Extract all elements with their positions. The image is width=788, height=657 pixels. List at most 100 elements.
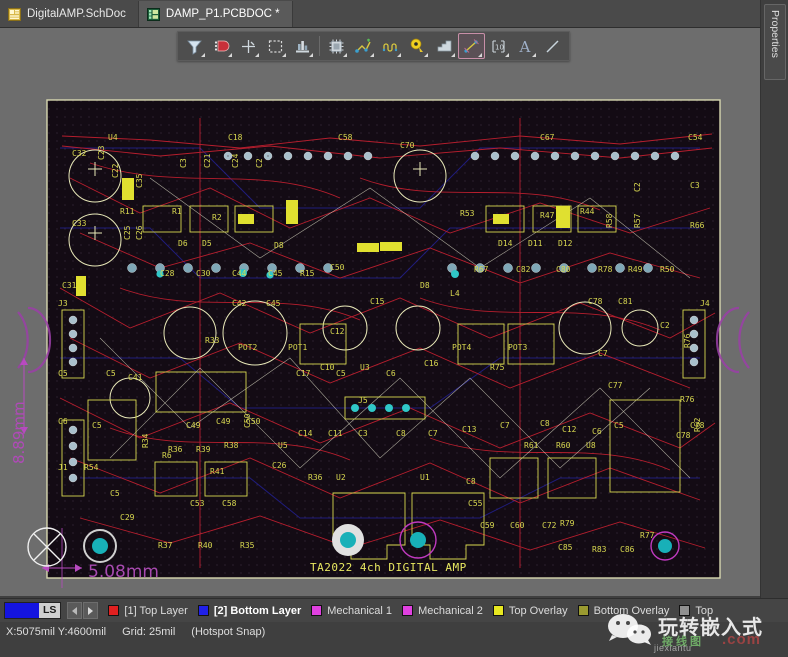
pcb-design-view: TOP OVERLAY TOP OVERLAY TOP OVERLAY: [10, 99, 750, 588]
route-trace-icon-button[interactable]: [350, 33, 377, 59]
properties-panel-label: Properties: [769, 10, 781, 58]
pad-via-icon-button[interactable]: [404, 33, 431, 59]
tab-digitalamp-schdoc[interactable]: DigitalAMP.SchDoc: [0, 1, 139, 27]
pad-via-icon: [410, 38, 423, 52]
layer-tab-top-layer[interactable]: [1] Top Layer: [108, 604, 188, 617]
meander-icon-button[interactable]: [377, 33, 404, 59]
layer-color-swatch: [492, 605, 504, 616]
svg-text:C58: C58: [338, 133, 353, 142]
layer-tab-bottom-overlay[interactable]: Bottom Overlay: [577, 605, 669, 617]
svg-text:C78: C78: [676, 431, 691, 440]
meander-icon: [382, 42, 398, 52]
svg-text:D8: D8: [274, 241, 284, 250]
svg-text:C5: C5: [614, 421, 624, 430]
layer-color-swatch: [108, 605, 120, 616]
svg-text:C50: C50: [330, 263, 345, 272]
measure-icon-button[interactable]: 10: [485, 33, 512, 59]
svg-text:L4: L4: [450, 289, 460, 298]
svg-text:R36: R36: [308, 473, 323, 482]
svg-text:R53: R53: [460, 209, 475, 218]
dropdown-arrow-icon[interactable]: [282, 53, 286, 57]
svg-text:R62: R62: [693, 417, 702, 432]
ic-chip-icon-button[interactable]: [323, 33, 350, 59]
svg-text:C7: C7: [598, 349, 608, 358]
svg-text:C13: C13: [462, 425, 477, 434]
line-icon-button[interactable]: [539, 33, 566, 59]
svg-text:POT4: POT4: [452, 343, 471, 352]
svg-text:C33: C33: [72, 219, 87, 228]
svg-text:D8: D8: [420, 281, 430, 290]
dropdown-arrow-icon[interactable]: [255, 53, 259, 57]
layer-tab-top[interactable]: Top: [679, 605, 713, 617]
svg-text:C53: C53: [190, 499, 205, 508]
dropdown-arrow-icon[interactable]: [424, 53, 428, 57]
layer-tab-bottom-layer[interactable]: [2] Bottom Layer: [197, 605, 301, 617]
line-icon: [546, 39, 559, 53]
svg-text:C11: C11: [328, 429, 343, 438]
dropdown-arrow-icon[interactable]: [228, 53, 232, 57]
pcb-document-icon: [146, 7, 160, 21]
text-icon-button[interactable]: A: [512, 33, 539, 59]
svg-text:C78: C78: [588, 297, 603, 306]
layer-label: Mechanical 1: [327, 604, 393, 617]
dropdown-arrow-icon[interactable]: [532, 53, 536, 57]
svg-text:R76: R76: [683, 333, 692, 348]
dropdown-arrow-icon[interactable]: [309, 53, 313, 57]
dropdown-arrow-icon[interactable]: [370, 53, 374, 57]
layer-tab-mechanical-2[interactable]: Mechanical 2: [402, 605, 483, 617]
tab-damp-p1-pcbdoc[interactable]: DAMP_P1.PCBDOC *: [138, 1, 293, 27]
dropdown-arrow-icon[interactable]: [397, 53, 401, 57]
layer-nav-buttons: [67, 602, 99, 619]
dropdown-arrow-icon[interactable]: [343, 53, 347, 57]
svg-text:R2: R2: [212, 213, 222, 222]
layer-color-swatch: [577, 605, 589, 616]
layer-tab-mechanical-1[interactable]: Mechanical 1: [311, 605, 392, 617]
svg-text:D6: D6: [178, 239, 188, 248]
tab-label: DAMP_P1.PCBDOC *: [165, 8, 280, 20]
svg-text:R67: R67: [474, 265, 489, 274]
marquee-select-icon-button[interactable]: [262, 33, 289, 59]
right-gutter: [760, 0, 788, 657]
svg-text:C3: C3: [179, 158, 188, 168]
crosshair-icon-button[interactable]: [235, 33, 262, 59]
svg-text:C5: C5: [106, 369, 116, 378]
svg-text:R83: R83: [592, 545, 607, 554]
layer-set-selector[interactable]: LS: [4, 602, 62, 619]
svg-text:C81: C81: [618, 297, 633, 306]
dropdown-arrow-icon[interactable]: [451, 53, 455, 57]
dropdown-arrow-icon[interactable]: [505, 53, 509, 57]
svg-text:C5: C5: [92, 421, 102, 430]
svg-text:U8: U8: [586, 441, 596, 450]
svg-text:J3: J3: [58, 299, 68, 308]
dimension-icon-button[interactable]: [458, 33, 485, 59]
svg-text:C23: C23: [97, 145, 106, 160]
pcb-canvas[interactable]: TOP OVERLAY TOP OVERLAY TOP OVERLAY: [0, 28, 760, 596]
dropdown-arrow-icon[interactable]: [201, 53, 205, 57]
layer-color-swatch: [311, 605, 323, 616]
bar-chart-icon-button[interactable]: [289, 33, 316, 59]
next-layer-button[interactable]: [83, 602, 99, 619]
svg-text:C21: C21: [203, 153, 212, 168]
svg-text:R35: R35: [240, 541, 255, 550]
marquee-select-icon: [268, 39, 283, 53]
layer-tab-top-overlay[interactable]: Top Overlay: [492, 605, 568, 617]
svg-text:R15: R15: [300, 269, 315, 278]
magnifier-icon-button[interactable]: [208, 33, 235, 59]
svg-text:POT2: POT2: [238, 343, 257, 352]
layer-label: [1] Top Layer: [124, 604, 188, 617]
filter-icon-button[interactable]: [181, 33, 208, 59]
svg-text:R77: R77: [640, 531, 655, 540]
polygon-pour-icon-button[interactable]: [431, 33, 458, 59]
svg-text:R38: R38: [224, 441, 239, 450]
svg-text:C3: C3: [690, 181, 700, 190]
svg-text:C2: C2: [255, 158, 264, 168]
svg-text:C7: C7: [500, 421, 510, 430]
board-silkscreen-title: TA2022 4ch DIGITAL AMP: [310, 561, 467, 574]
properties-panel-tab[interactable]: Properties: [764, 4, 786, 80]
prev-layer-button[interactable]: [67, 602, 83, 619]
svg-text:U4: U4: [108, 133, 118, 142]
svg-text:A: A: [519, 38, 531, 55]
dropdown-arrow-icon[interactable]: [478, 53, 482, 57]
svg-text:C41: C41: [128, 373, 143, 382]
svg-text:C3: C3: [358, 429, 368, 438]
